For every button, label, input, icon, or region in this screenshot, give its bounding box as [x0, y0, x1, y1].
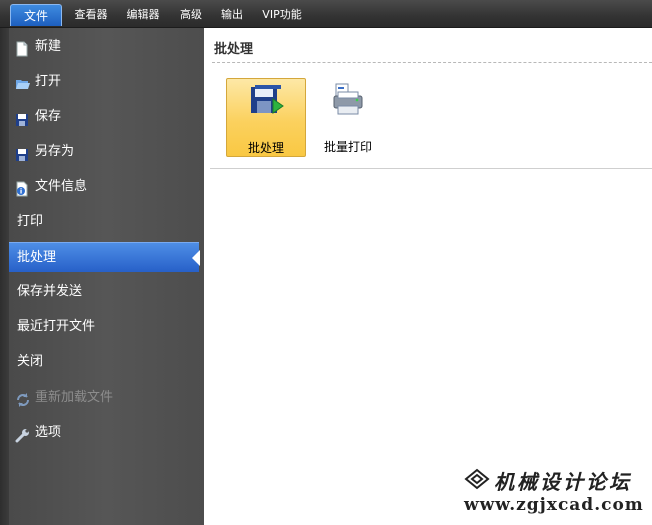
- forum-watermark: 机械设计论坛 www.zgjxcad.com: [458, 462, 648, 520]
- watermark-title: 机械设计论坛: [494, 470, 632, 494]
- sidebar-item-options[interactable]: 选项: [9, 418, 199, 448]
- reload-icon: [15, 390, 29, 407]
- batch-process-icon: [249, 83, 285, 119]
- new-document-icon: [15, 39, 29, 57]
- sidebar-item-batch-process[interactable]: 批处理: [9, 242, 200, 272]
- save-disk-icon: [15, 109, 29, 126]
- sidebar-item-label: 保存并发送: [17, 284, 83, 299]
- page-title: 批处理: [214, 42, 254, 57]
- tab-editor[interactable]: 编辑器: [122, 4, 164, 26]
- sidebar-item-label: 批处理: [17, 250, 57, 265]
- batch-print-label: 批量打印: [323, 140, 372, 154]
- open-folder-icon: [15, 74, 30, 90]
- sidebar-item-print[interactable]: 打印: [9, 207, 199, 237]
- forum-logo-icon: [464, 468, 490, 490]
- batch-process-label: 批处理: [247, 141, 284, 155]
- file-info-icon: [15, 179, 29, 197]
- sidebar-item-reload-file: 重新加载文件: [9, 383, 199, 413]
- sidebar-item-label: 关闭: [17, 354, 44, 369]
- batch-print-icon: [330, 82, 366, 118]
- wrench-icon: [15, 425, 29, 443]
- section-divider: [210, 168, 652, 169]
- title-divider: [212, 62, 652, 63]
- tab-output[interactable]: 输出: [217, 4, 247, 26]
- sidebar-item-label: 文件信息: [35, 179, 88, 194]
- sidebar-item-label: 另存为: [35, 144, 75, 159]
- sidebar-item-save-and-send[interactable]: 保存并发送: [9, 277, 199, 307]
- sidebar-item-label: 打开: [35, 74, 62, 89]
- backstage-sidebar: 新建 打开 保存 另存为 文件信息 打印 批处理 保存并发送 最近打开文件 关闭…: [9, 28, 204, 525]
- sidebar-item-label: 选项: [35, 425, 62, 440]
- sidebar-item-close[interactable]: 关闭: [9, 347, 199, 377]
- watermark-url: www.zgjxcad.com: [464, 495, 644, 515]
- tab-viewer[interactable]: 查看器: [70, 4, 112, 26]
- content-panel: 批处理 批处理 批量打印: [204, 28, 652, 525]
- tab-file[interactable]: 文件: [10, 4, 62, 26]
- sidebar-item-label: 新建: [35, 39, 62, 54]
- window-frame-left: [0, 28, 9, 525]
- sidebar-item-label: 重新加载文件: [35, 390, 114, 405]
- sidebar-item-label: 保存: [35, 109, 62, 124]
- tab-vip[interactable]: VIP功能: [258, 4, 306, 26]
- batch-process-button[interactable]: 批处理: [226, 78, 306, 157]
- sidebar-item-recent-files[interactable]: 最近打开文件: [9, 312, 199, 342]
- sidebar-item-open[interactable]: 打开: [9, 67, 199, 97]
- sidebar-item-save-as[interactable]: 另存为: [9, 137, 199, 167]
- sidebar-item-new[interactable]: 新建: [9, 32, 199, 62]
- sidebar-item-label: 打印: [17, 214, 44, 229]
- sidebar-item-label: 最近打开文件: [17, 319, 96, 334]
- menu-bar: 文件 查看器 编辑器 高级 输出 VIP功能: [0, 0, 652, 28]
- tab-advanced[interactable]: 高级: [176, 4, 206, 26]
- batch-print-button[interactable]: 批量打印: [308, 78, 388, 157]
- sidebar-item-file-info[interactable]: 文件信息: [9, 172, 199, 202]
- sidebar-item-save[interactable]: 保存: [9, 102, 199, 132]
- save-as-icon: [15, 144, 29, 161]
